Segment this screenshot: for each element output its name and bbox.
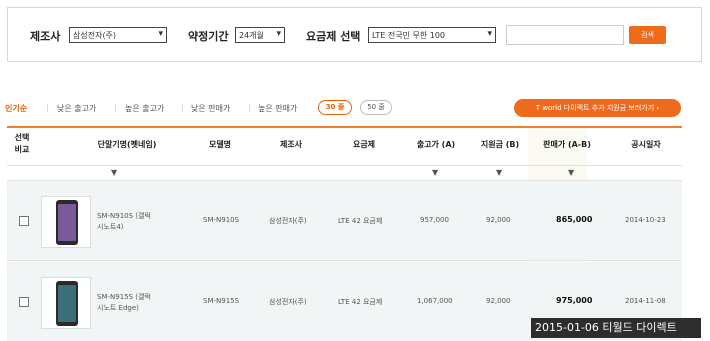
table-header: 선택 비교 단말기명(펫네임) 모델명 제조사 요금제 출고가 (A) 지원금 … bbox=[7, 128, 682, 166]
header-plan: 요금제 bbox=[352, 140, 376, 149]
date-value: 2014-11-08 bbox=[625, 297, 666, 305]
contract-label: 약정기간 bbox=[188, 30, 229, 43]
contract-select[interactable]: 24개월 ▾ bbox=[235, 27, 285, 43]
device-name-line1: SM-N915S (갤럭 bbox=[97, 293, 151, 301]
phone-thumbnail[interactable] bbox=[41, 196, 91, 248]
plan-name: LTE 42 요금제 bbox=[338, 217, 383, 225]
sort-popular[interactable]: 인기순 bbox=[5, 103, 27, 114]
chevron-down-icon: ▾ bbox=[487, 29, 492, 39]
sort-low-msrp[interactable]: 낮은 출고가 bbox=[57, 103, 96, 114]
sort-arrow-icon[interactable]: ▼ bbox=[568, 168, 574, 177]
plan-select[interactable]: LTE 전국민 무한 100 ▾ bbox=[368, 27, 496, 43]
plan-select-value: LTE 전국민 무한 100 bbox=[372, 31, 445, 40]
sort-low-price[interactable]: 낮은 판매가 bbox=[191, 103, 230, 114]
filter-panel: 제조사 삼성전자(주) ▾ 약정기간 24개월 ▾ 요금제 선택 LTE 전국민… bbox=[7, 7, 702, 62]
compare-checkbox[interactable] bbox=[19, 216, 29, 226]
phone-screen bbox=[58, 204, 76, 241]
header-date: 공시일자 bbox=[631, 140, 661, 149]
sort-arrow-icon[interactable]: ▼ bbox=[111, 168, 117, 177]
maker-label: 제조사 bbox=[30, 30, 61, 43]
header-price[interactable]: 판매가 (A-B) bbox=[539, 139, 595, 151]
header-msrp[interactable]: 출고가 (A) bbox=[408, 139, 464, 151]
device-name[interactable]: SM-N915S (갤럭 시노트 Edge) bbox=[97, 292, 177, 314]
maker-name: 삼성전자(주) bbox=[269, 298, 307, 306]
sort-arrow-icon[interactable]: ▼ bbox=[432, 168, 438, 177]
table-row: SM-N910S (갤럭 시노트4) SM-N910S 삼성전자(주) LTE … bbox=[7, 181, 682, 261]
tworld-subsidy-button[interactable]: T world 다이렉트 추가 지원금 보러가기 › bbox=[514, 99, 681, 117]
msrp-value: 1,067,000 bbox=[417, 297, 453, 305]
maker-name: 삼성전자(주) bbox=[269, 217, 307, 225]
divider: | bbox=[181, 103, 184, 112]
sort-bar: 인기순 | 낮은 출고가 | 높은 출고가 | 낮은 판매가 | 높은 판매가 … bbox=[0, 99, 682, 117]
divider: | bbox=[114, 103, 117, 112]
maker-select-value: 삼성전자(주) bbox=[73, 31, 117, 40]
device-name[interactable]: SM-N910S (갤럭 시노트4) bbox=[97, 211, 177, 233]
header-select-compare: 선택 비교 bbox=[14, 133, 30, 154]
subsidy-value: 92,000 bbox=[486, 297, 511, 305]
phone-thumbnail[interactable] bbox=[41, 277, 91, 329]
phone-image bbox=[56, 281, 78, 326]
header-subsidy[interactable]: 지원금 (B) bbox=[475, 139, 525, 151]
sort-high-msrp[interactable]: 높은 출고가 bbox=[125, 103, 164, 114]
subsidy-value: 92,000 bbox=[486, 216, 511, 224]
price-value: 975,000 bbox=[556, 296, 593, 305]
date-value: 2014-10-23 bbox=[625, 216, 666, 224]
header-maker: 제조사 bbox=[279, 140, 303, 149]
device-name-line2: 시노트4) bbox=[97, 223, 124, 231]
phone-screen bbox=[58, 285, 76, 322]
header-model-name[interactable]: 단말기명(펫네임) bbox=[77, 139, 177, 151]
maker-select[interactable]: 삼성전자(주) ▾ bbox=[69, 27, 167, 43]
search-button[interactable]: 검색 bbox=[629, 26, 666, 44]
sort-high-price[interactable]: 높은 판매가 bbox=[258, 103, 297, 114]
device-name-line1: SM-N910S (갤럭 bbox=[97, 212, 151, 220]
search-input[interactable] bbox=[506, 25, 624, 45]
page-size-30[interactable]: 30 줄 bbox=[318, 100, 352, 115]
divider: | bbox=[46, 103, 49, 112]
sort-arrow-row: ▼ ▼ ▼ ▼ bbox=[7, 166, 682, 181]
phone-image bbox=[56, 200, 78, 245]
divider: | bbox=[248, 103, 251, 112]
msrp-value: 957,000 bbox=[420, 216, 449, 224]
chevron-down-icon: ▾ bbox=[158, 29, 163, 39]
plan-name: LTE 42 요금제 bbox=[338, 298, 383, 306]
header-model: 모델명 bbox=[208, 140, 232, 149]
page-size-50[interactable]: 50 줄 bbox=[360, 100, 392, 115]
compare-checkbox[interactable] bbox=[19, 297, 29, 307]
plan-label: 요금제 선택 bbox=[306, 30, 361, 43]
contract-select-value: 24개월 bbox=[239, 31, 264, 40]
model-code: SM-N910S bbox=[203, 216, 240, 224]
device-name-line2: 시노트 Edge) bbox=[97, 304, 139, 312]
date-watermark: 2015-01-06 티월드 다이렉트 bbox=[531, 318, 701, 338]
sort-arrow-icon[interactable]: ▼ bbox=[496, 168, 502, 177]
model-code: SM-N915S bbox=[203, 297, 240, 305]
chevron-down-icon: ▾ bbox=[276, 29, 281, 39]
price-value: 865,000 bbox=[556, 215, 593, 224]
